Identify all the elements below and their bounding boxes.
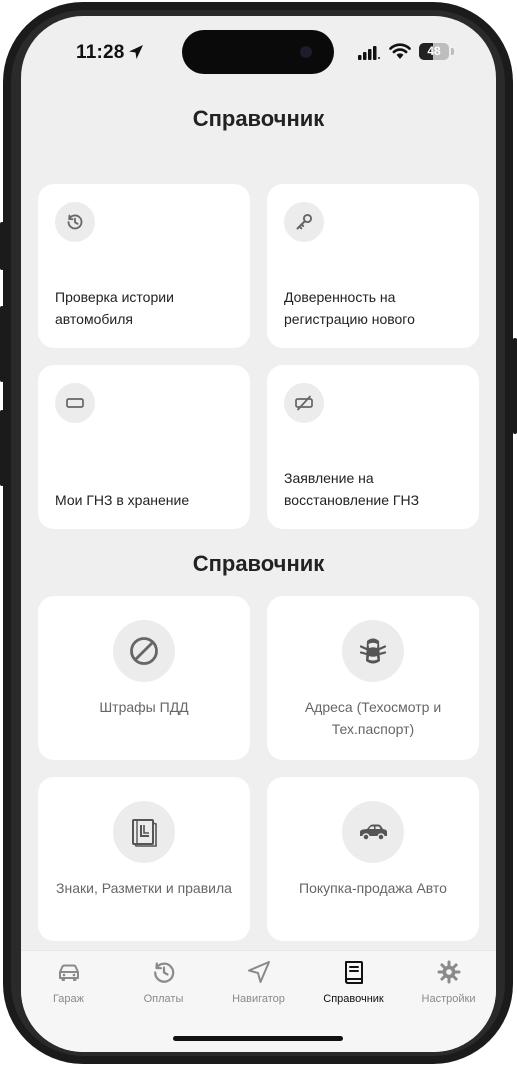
card-label: Адреса (Техосмотр и Тех.паспорт) (304, 699, 442, 737)
rulebook-icon (132, 819, 157, 847)
card-signs-rules[interactable]: Знаки, Разметки и правила (38, 777, 250, 941)
card-my-plates-storage[interactable]: Мои ГНЗ в хранение (38, 365, 250, 529)
card-plate-restore[interactable]: Заявление на восстановление ГНЗ (267, 365, 479, 529)
page-title: Справочник (192, 106, 325, 131)
card-car-sale[interactable]: Покупка-продажа Авто (267, 777, 479, 941)
card-label: Покупка-продажа Авто (299, 880, 447, 896)
power-button (513, 338, 517, 434)
prohibited-icon (130, 637, 158, 665)
card-icon-circle (55, 383, 95, 423)
car-sale-icon (360, 824, 387, 841)
home-indicator[interactable] (173, 1036, 343, 1041)
tab-payments[interactable]: Оплаты (116, 959, 211, 1019)
card-label: Проверка истории автомобиля (55, 289, 174, 327)
gear-icon (437, 960, 460, 984)
card-vehicle-history[interactable]: Проверка истории автомобиля (38, 184, 250, 348)
mute-switch (0, 222, 4, 270)
status-time: 11:28 (76, 42, 125, 63)
front-camera (300, 46, 312, 58)
car-top-icon (359, 638, 387, 664)
history-icon (67, 214, 83, 230)
card-label: Штрафы ПДД (99, 699, 189, 715)
card-icon-circle (284, 383, 324, 423)
key-icon (296, 213, 313, 230)
location-arrow-icon (129, 45, 143, 59)
volume-up-button (0, 306, 4, 382)
tab-label: Справочник (323, 993, 384, 1005)
tab-label: Оплаты (143, 993, 184, 1005)
card-label: Мои ГНЗ в хранение (55, 492, 190, 508)
cellular-signal-icon (358, 46, 380, 60)
card-icon-circle (342, 620, 404, 682)
battery-level: 48 (427, 44, 441, 58)
card-label: Знаки, Разметки и правила (56, 880, 232, 896)
plate-icon (66, 398, 84, 408)
plate-off-icon (295, 395, 313, 411)
card-label: Заявление на восстановление ГНЗ (284, 470, 420, 508)
app-screen: 11:28 48 Справочник Проверка истории авт… (21, 16, 496, 1052)
history-icon (153, 962, 174, 983)
battery-indicator: 48 (419, 43, 449, 60)
card-addresses[interactable]: Адреса (Техосмотр и Тех.паспорт) (267, 596, 479, 760)
card-power-of-attorney[interactable]: Доверенность на регистрацию нового (267, 184, 479, 348)
tab-settings[interactable]: Настройки (401, 959, 496, 1019)
dynamic-island (182, 30, 334, 74)
tab-label: Настройки (421, 993, 476, 1005)
card-icon-circle (284, 202, 324, 242)
volume-down-button (0, 410, 4, 486)
card-label: Доверенность на регистрацию нового (284, 289, 415, 327)
tab-garage[interactable]: Гараж (21, 959, 116, 1019)
tab-label: Гараж (52, 993, 85, 1005)
navigation-icon (247, 961, 270, 983)
card-icon-circle (113, 801, 175, 863)
card-traffic-fines[interactable]: Штрафы ПДД (38, 596, 250, 760)
section-title: Справочник (192, 551, 325, 576)
battery-tip (451, 48, 454, 55)
tab-directory[interactable]: Справочник (306, 959, 401, 1019)
status-bar: 11:28 48 (21, 16, 496, 86)
card-icon-circle (342, 801, 404, 863)
card-icon-circle (55, 202, 95, 242)
wifi-icon (389, 43, 411, 59)
tab-navigator[interactable]: Навигатор (211, 959, 306, 1019)
card-icon-circle (113, 620, 175, 682)
tab-label: Навигатор (232, 993, 285, 1005)
car-icon (58, 964, 79, 981)
book-icon (344, 961, 363, 984)
